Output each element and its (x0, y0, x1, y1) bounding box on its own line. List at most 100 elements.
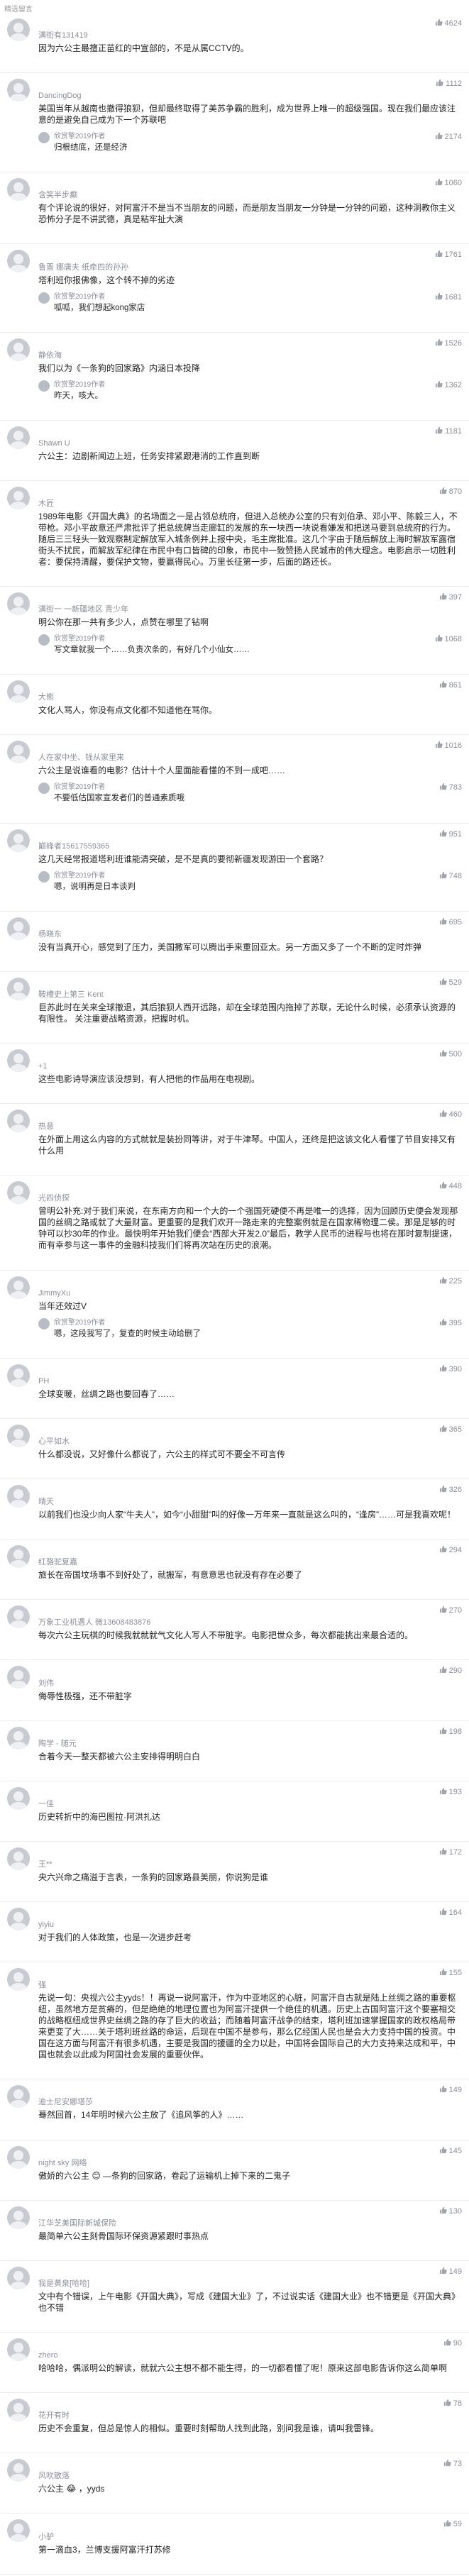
like-button[interactable]: 149 (439, 2085, 462, 2095)
avatar[interactable] (7, 1666, 30, 1689)
comment-username[interactable]: 一佳 (38, 1799, 462, 1809)
avatar[interactable] (7, 250, 30, 273)
comment-username[interactable]: 小驴 (38, 2532, 462, 2542)
like-button[interactable]: 1016 (435, 741, 462, 751)
avatar[interactable] (7, 1726, 30, 1749)
like-button[interactable]: 172 (439, 1847, 462, 1857)
avatar[interactable] (7, 1968, 30, 1991)
comment-username[interactable]: 人在家中坐、钱从家里来 (38, 753, 462, 763)
avatar[interactable] (7, 2145, 30, 2169)
avatar[interactable] (7, 79, 30, 102)
avatar[interactable] (7, 1847, 30, 1870)
like-button[interactable]: 326 (439, 1485, 462, 1495)
avatar[interactable] (7, 829, 30, 852)
avatar[interactable] (7, 1181, 30, 1205)
avatar[interactable] (7, 338, 30, 361)
like-button[interactable]: 149 (439, 2267, 462, 2277)
comment-username[interactable]: 万象工业机遇人 微13608483876 (38, 1618, 462, 1627)
comment-username[interactable]: Shawn U (38, 438, 462, 448)
avatar[interactable] (7, 2085, 30, 2108)
avatar[interactable] (7, 2399, 30, 2422)
like-button[interactable]: 1181 (435, 426, 462, 436)
comment-username[interactable]: 江华芝美国际新城保险 (38, 2218, 462, 2228)
comment-username[interactable]: 含笑半步癫 (38, 190, 462, 200)
comment-username[interactable]: 王** (38, 1859, 462, 1869)
avatar[interactable] (7, 1908, 30, 1931)
like-button[interactable]: 198 (439, 1727, 462, 1737)
avatar[interactable] (7, 2206, 30, 2229)
like-button[interactable]: 73 (443, 2459, 462, 2469)
comment-username[interactable]: 巅峰者15617559365 (38, 841, 462, 851)
reply-like-button[interactable]: 748 (439, 871, 462, 881)
reply-like-button[interactable]: 1681 (435, 292, 462, 302)
comment-username[interactable]: PH (38, 1376, 462, 1386)
comment-username[interactable]: 迪士尼安娜塔莎 (38, 2097, 462, 2107)
like-button[interactable]: 1526 (435, 338, 462, 348)
avatar[interactable] (7, 1786, 30, 1810)
avatar[interactable] (7, 178, 30, 201)
avatar[interactable] (7, 18, 30, 41)
like-button[interactable]: 59 (443, 2519, 462, 2529)
comment-username[interactable]: 红骆驼夏嘉 (38, 1557, 462, 1567)
comment-username[interactable]: +1 (38, 1061, 462, 1071)
like-button[interactable]: 870 (439, 487, 462, 497)
comment-username[interactable]: 心平如水 (38, 1437, 462, 1447)
avatar[interactable] (7, 1110, 30, 1133)
avatar[interactable] (7, 1484, 30, 1508)
like-button[interactable]: 529 (439, 978, 462, 988)
avatar[interactable] (7, 2266, 30, 2289)
comment-username[interactable]: 风吹散落 (38, 2471, 462, 2481)
reply-like-button[interactable]: 783 (439, 783, 462, 792)
comment-username[interactable]: 满街一 一新疆地区 青少年 (38, 604, 462, 614)
like-button[interactable]: 500 (439, 1049, 462, 1059)
like-button[interactable]: 1761 (435, 250, 462, 260)
comment-username[interactable]: 静依海 (38, 350, 462, 360)
reply-like-button[interactable]: 1068 (435, 634, 462, 644)
like-button[interactable]: 225 (439, 1276, 462, 1286)
like-button[interactable]: 270 (439, 1605, 462, 1615)
like-button[interactable]: 4624 (435, 18, 462, 28)
comment-username[interactable]: 鞍槽史上第三 Kent (38, 990, 462, 1000)
comment-username[interactable]: 满街有131419 (38, 31, 462, 40)
avatar[interactable] (7, 917, 30, 940)
comment-username[interactable]: night sky 网络 (38, 2158, 462, 2168)
avatar[interactable] (7, 426, 30, 449)
avatar[interactable] (7, 1364, 30, 1387)
comment-username[interactable]: yiyiu (38, 1920, 462, 1930)
comment-username[interactable]: 花开有时 (38, 2411, 462, 2421)
avatar[interactable] (7, 741, 30, 764)
avatar[interactable] (7, 592, 30, 616)
like-button[interactable]: 1112 (436, 79, 462, 89)
like-button[interactable]: 390 (439, 1364, 462, 1374)
avatar[interactable] (7, 2338, 30, 2361)
comment-username[interactable]: 鲁晋 娜唐夫 纸牵四的孙孙 (38, 262, 462, 272)
like-button[interactable]: 397 (439, 592, 462, 602)
comment-username[interactable]: 强 (38, 1980, 462, 1990)
comment-username[interactable]: 木匠 (38, 499, 462, 509)
like-button[interactable]: 78 (443, 2399, 462, 2409)
avatar[interactable] (7, 1424, 30, 1447)
comment-username[interactable]: 晴天 (38, 1497, 462, 1507)
like-button[interactable]: 145 (439, 2146, 462, 2156)
comment-username[interactable]: 刘伟 (38, 1679, 462, 1688)
like-button[interactable]: 155 (439, 1968, 462, 1978)
avatar[interactable] (7, 1049, 30, 1073)
comment-username[interactable]: 大熊 (38, 692, 462, 702)
comment-username[interactable]: 光四侦探 (38, 1193, 462, 1203)
comment-username[interactable]: 热意 (38, 1122, 462, 1132)
comment-username[interactable]: 陶学 - 随元 (38, 1739, 462, 1749)
like-button[interactable]: 193 (439, 1787, 462, 1797)
like-button[interactable]: 951 (439, 829, 462, 839)
comment-username[interactable]: JimmyXu (38, 1288, 462, 1298)
like-button[interactable]: 460 (439, 1110, 462, 1120)
like-button[interactable]: 365 (439, 1425, 462, 1435)
avatar[interactable] (7, 2459, 30, 2482)
like-button[interactable]: 448 (439, 1181, 462, 1191)
reply-like-button[interactable]: 2174 (435, 132, 462, 142)
comment-username[interactable]: DancingDog (38, 91, 462, 101)
reply-like-button[interactable]: 395 (439, 1318, 462, 1328)
like-button[interactable]: 90 (443, 2338, 462, 2348)
avatar[interactable] (7, 486, 30, 509)
comment-username[interactable]: zhero (38, 2350, 462, 2360)
avatar[interactable] (7, 680, 30, 704)
